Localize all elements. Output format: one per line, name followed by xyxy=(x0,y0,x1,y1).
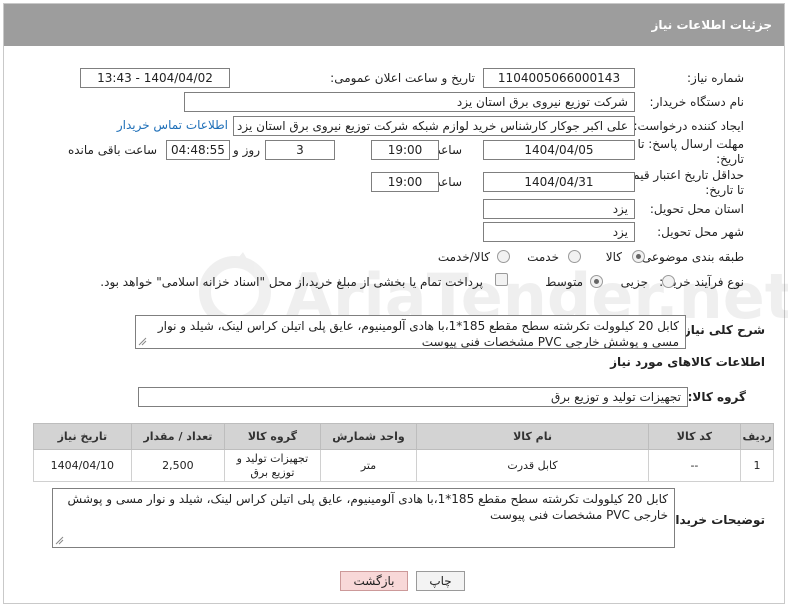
need-number-label: شماره نیاز: xyxy=(687,71,744,85)
days-label: روز و xyxy=(233,143,260,157)
page-header: جزئیات اطلاعات نیاز xyxy=(4,4,784,46)
cell-need-date: 1404/04/10 xyxy=(33,449,132,482)
announce-label: تاریخ و ساعت اعلان عمومی: xyxy=(330,71,475,85)
announce-field: 1404/04/02 - 13:43 xyxy=(80,68,230,88)
description-text: کابل 20 کیلوولت تکرشته سطح مقطع 185*1،با… xyxy=(157,319,679,349)
cell-group: تجهیزات تولید و توزیع برق xyxy=(224,449,321,482)
deadline-label-2: تاریخ: xyxy=(716,152,744,166)
province-field: یزد xyxy=(483,199,635,219)
process-option-medium: متوسط xyxy=(545,275,583,289)
description-label: شرح کلی نیاز: xyxy=(679,323,765,337)
process-radio-minor[interactable] xyxy=(662,275,675,288)
cell-quantity: 2,500 xyxy=(130,449,226,482)
col-header-unit: واحد شمارش xyxy=(319,423,418,450)
goods-group-field: تجهیزات تولید و توزیع برق xyxy=(138,387,688,407)
buyer-notes-textarea: کابل 20 کیلوولت تکرشته سطح مقطع 185*1،با… xyxy=(52,488,675,548)
process-radio-medium[interactable] xyxy=(590,275,603,288)
cell-item-code: -- xyxy=(647,449,742,482)
validity-date-field: 1404/04/31 xyxy=(483,172,635,192)
validity-label: حداقل تاریخ اعتبار قیمت: xyxy=(617,168,744,182)
need-number-field: 1104005066000143 xyxy=(483,68,635,88)
province-label: استان محل تحویل: xyxy=(649,202,744,216)
remaining-time-field: 04:48:55 xyxy=(166,140,230,160)
col-header-item-name: نام کالا xyxy=(416,423,649,450)
buyer-org-label: نام دستگاه خریدار: xyxy=(649,95,745,109)
city-field: یزد xyxy=(483,222,635,242)
category-option-goods-service: کالا/خدمت xyxy=(437,250,490,264)
buyer-notes-label: توضیحات خریدار: xyxy=(663,513,765,527)
col-header-quantity: تعداد / مقدار xyxy=(130,423,226,450)
validity-label-2: تا تاریخ: xyxy=(705,183,744,197)
resize-grip-icon[interactable] xyxy=(138,337,147,346)
print-button[interactable]: چاپ xyxy=(416,571,465,591)
category-option-service: خدمت xyxy=(527,250,559,264)
creator-label: ایجاد کننده درخواست: xyxy=(633,119,744,133)
description-textarea: کابل 20 کیلوولت تکرشته سطح مقطع 185*1،با… xyxy=(135,315,686,349)
col-header-item-code: کد کالا xyxy=(647,423,742,450)
back-button[interactable]: بازگشت xyxy=(340,571,408,591)
treasury-payment-note: پرداخت تمام یا بخشی از مبلغ خرید،از محل … xyxy=(100,275,483,289)
category-radio-goods-service[interactable] xyxy=(497,250,510,263)
buyer-org-field: شرکت توزیع نیروی برق استان یزد xyxy=(184,92,635,112)
buyer-notes-text: کابل 20 کیلوولت تکرشته سطح مقطع 185*1،با… xyxy=(67,492,668,522)
process-option-minor: جزیی xyxy=(620,275,648,289)
goods-section-title: اطلاعات کالاهای مورد نیاز xyxy=(610,355,765,369)
deadline-time-field: 19:00 xyxy=(371,140,439,160)
table-header-row: ردیف کد کالا نام کالا واحد شمارش گروه کا… xyxy=(33,423,774,450)
deadline-date-field: 1404/04/05 xyxy=(483,140,635,160)
cell-row-number: 1 xyxy=(740,449,774,482)
category-radio-service[interactable] xyxy=(568,250,581,263)
category-option-goods: کالا xyxy=(605,250,622,264)
creator-field: علی اکبر جوکار کارشناس خرید لوازم شبکه ش… xyxy=(233,116,635,136)
buyer-contact-link[interactable]: اطلاعات تماس خریدار xyxy=(117,118,228,132)
category-radio-goods[interactable] xyxy=(632,250,645,263)
city-label: شهر محل تحویل: xyxy=(657,225,744,239)
category-label: طبقه بندی موضوعی: xyxy=(637,250,744,264)
col-header-row-number: ردیف xyxy=(740,423,774,450)
days-remaining-field: 3 xyxy=(265,140,335,160)
cell-unit: متر xyxy=(319,449,418,482)
validity-time-field: 19:00 xyxy=(371,172,439,192)
resize-grip-icon[interactable] xyxy=(55,536,64,545)
goods-group-label: گروه کالا: xyxy=(687,390,746,404)
goods-table: ردیف کد کالا نام کالا واحد شمارش گروه کا… xyxy=(33,423,774,482)
page-title: جزئیات اطلاعات نیاز xyxy=(651,18,772,32)
table-row: 1 -- کابل قدرت متر تجهیزات تولید و توزیع… xyxy=(33,449,774,482)
col-header-group: گروه کالا xyxy=(224,423,321,450)
remaining-label: ساعت باقی مانده xyxy=(67,143,157,157)
treasury-payment-checkbox[interactable] xyxy=(495,273,508,286)
cell-item-name: کابل قدرت xyxy=(416,449,649,482)
col-header-need-date: تاریخ نیاز xyxy=(33,423,132,450)
deadline-label: مهلت ارسال پاسخ: تا xyxy=(637,137,744,151)
